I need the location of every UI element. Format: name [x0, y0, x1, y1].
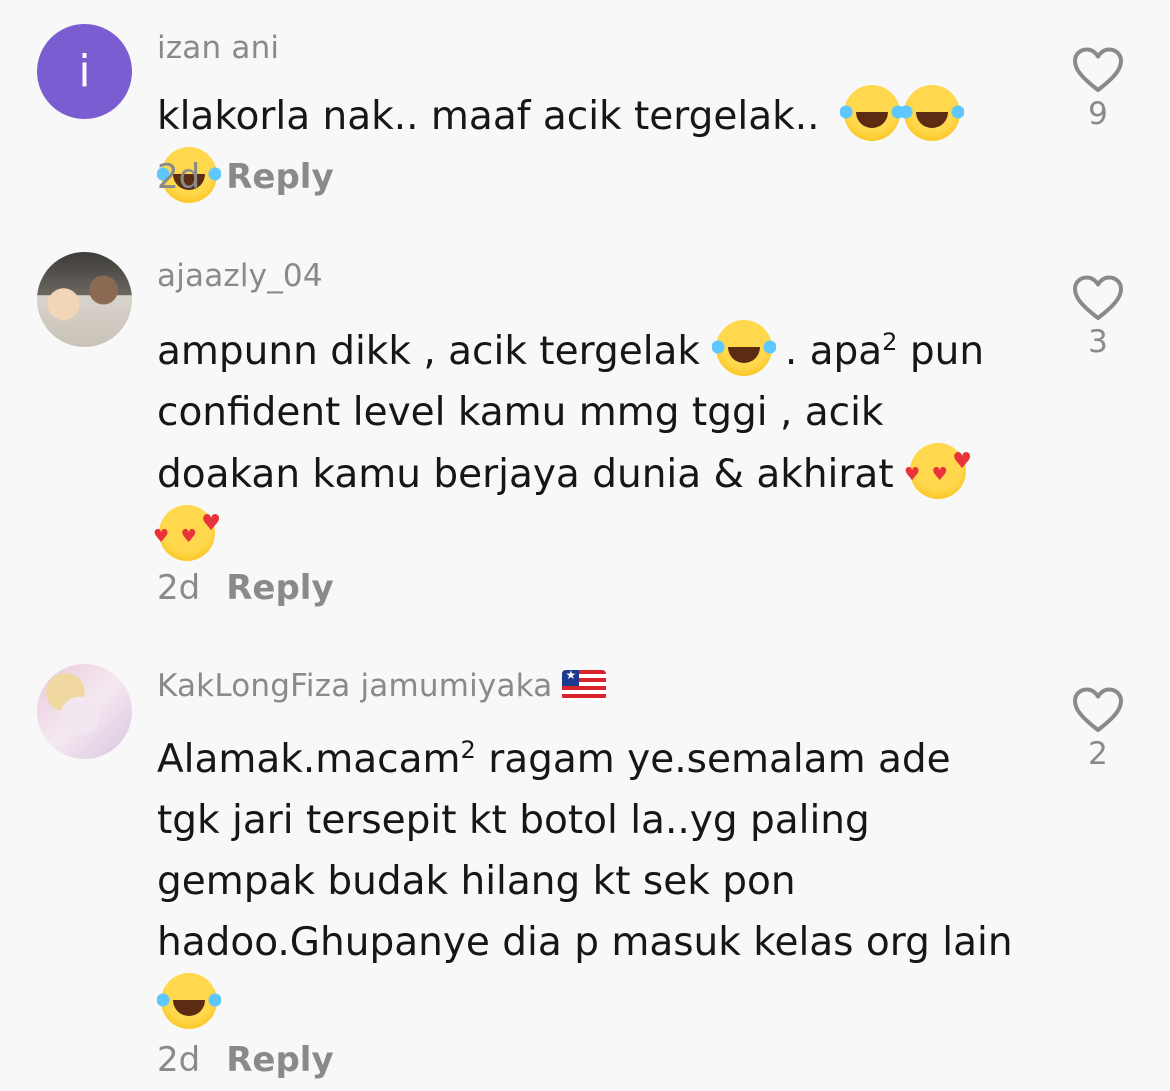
avatar[interactable] [37, 252, 132, 347]
like-button[interactable]: 2 [1068, 686, 1128, 772]
comment-text: Alamak.macam2 ragam ye.semalam ade tgk j… [157, 720, 1017, 1035]
like-button[interactable]: 9 [1068, 46, 1128, 132]
like-count: 9 [1088, 96, 1108, 132]
superscript: 2 [460, 736, 476, 764]
heart-outline-icon [1073, 687, 1123, 732]
comment-time: 2d [157, 157, 201, 197]
heart-outline-icon [1073, 47, 1123, 92]
comment-username[interactable]: izan ani [157, 30, 279, 66]
smiling-hearts-emoji-icon [904, 431, 972, 505]
avatar-letter: i [78, 46, 91, 97]
comment-text-part: Alamak.macam [157, 737, 461, 782]
comment-meta: 2d Reply [157, 157, 334, 197]
reply-button[interactable]: Reply [226, 568, 333, 608]
avatar[interactable] [37, 664, 132, 759]
comment-text-content: klakorla nak.. maaf acik tergelak.. [157, 94, 820, 139]
comment-text-part: . apa [772, 329, 883, 374]
liberia-flag-icon [562, 670, 607, 700]
reply-button[interactable]: Reply [226, 1040, 333, 1080]
comment-text-part: ampunn dikk , acik tergelak [157, 329, 701, 374]
avatar[interactable]: i [37, 24, 132, 119]
username-text: KakLongFiza jamumiyaka [157, 668, 553, 704]
like-count: 3 [1088, 324, 1108, 360]
comment-time: 2d [157, 568, 201, 608]
smiling-hearts-emoji-icon [153, 493, 221, 567]
superscript: 2 [882, 328, 898, 356]
laughing-emoji-icon [712, 320, 777, 376]
like-button[interactable]: 3 [1068, 274, 1128, 360]
laughing-emoji-icon [839, 85, 904, 141]
reply-button[interactable]: Reply [226, 157, 333, 197]
laughing-emoji-icon [899, 85, 964, 141]
heart-outline-icon [1073, 275, 1123, 320]
laughing-emoji-icon [157, 973, 221, 1029]
comment-username[interactable]: ajaazly_04 [157, 258, 323, 294]
comment-meta: 2d Reply [157, 1040, 334, 1080]
comment-username[interactable]: KakLongFiza jamumiyaka [157, 668, 607, 704]
comment-text: ampunn dikk , acik tergelak . apa2 pun c… [153, 312, 1017, 567]
comment-meta: 2d Reply [157, 568, 334, 608]
comment-time: 2d [157, 1040, 201, 1080]
like-count: 2 [1088, 736, 1108, 772]
